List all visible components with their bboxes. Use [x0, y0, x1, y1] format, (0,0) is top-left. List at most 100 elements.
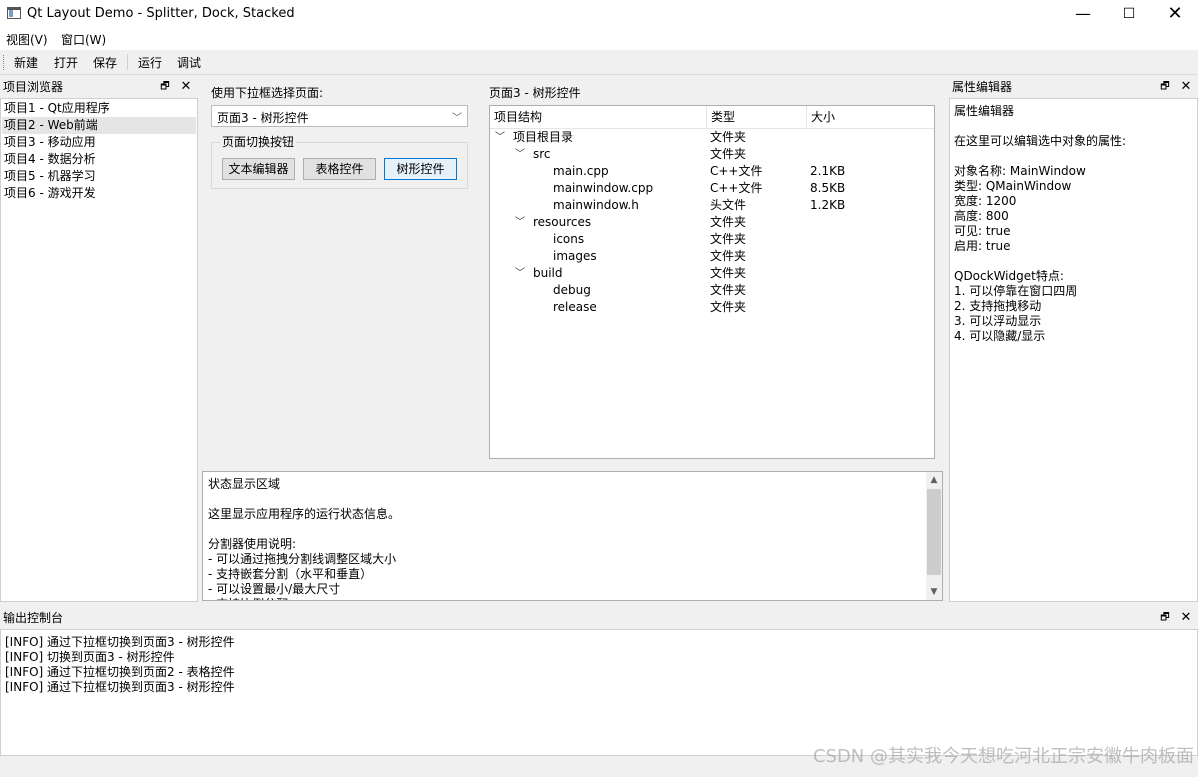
tree-item-name: images [553, 249, 597, 263]
property-editor-text: 属性编辑器 在这里可以编辑选中对象的属性: 对象名称: MainWindow 类… [954, 104, 1127, 343]
watermark: CSDN @其实我今天想吃河北正宗安徽牛肉板面 [812, 746, 1194, 767]
scroll-down-icon[interactable]: ▼ [926, 584, 942, 600]
debug-button[interactable]: 调试 [177, 54, 201, 71]
scrollbar-thumb[interactable] [927, 489, 941, 575]
minimize-button[interactable]: — [1060, 0, 1106, 28]
project-browser-dock-title[interactable]: 项目浏览器 🗗 ✕ [0, 77, 198, 97]
maximize-button[interactable]: ☐ [1106, 0, 1152, 28]
float-icon[interactable]: 🗗 [1158, 77, 1172, 97]
tree-widget[interactable]: 项目结构 类型 大小 ﹀ 项目根目录 文件夹 ﹀ src 文件夹 main.cp… [489, 105, 935, 459]
tree-item-size: 2.1KB [810, 164, 846, 178]
project-list[interactable]: 项目1 - Qt应用程序 项目2 - Web前端 项目3 - 移动应用 项目4 … [0, 98, 198, 602]
tree-row[interactable]: debug 文件夹 [490, 282, 934, 299]
page-select-combobox[interactable]: 页面3 - 树形控件 ﹀ [211, 105, 468, 127]
column-header-type[interactable]: 类型 [707, 106, 807, 129]
property-editor-title: 属性编辑器 [952, 80, 1013, 94]
tree-row[interactable]: main.cpp C++文件 2.1KB [490, 163, 934, 180]
tree-item-type: C++文件 [710, 164, 763, 178]
tree-item-name: resources [533, 215, 592, 229]
new-button[interactable]: 新建 [14, 54, 38, 71]
tree-item-name: mainwindow.cpp [553, 181, 654, 195]
close-icon[interactable]: ✕ [1179, 608, 1193, 628]
scroll-up-icon[interactable]: ▲ [926, 472, 942, 488]
tree-item-name: mainwindow.h [553, 198, 639, 212]
tree-item-type: 文件夹 [710, 130, 747, 144]
open-button[interactable]: 打开 [54, 54, 78, 71]
tree-row[interactable]: ﹀ build 文件夹 [490, 265, 934, 282]
property-editor-panel[interactable]: 属性编辑器 在这里可以编辑选中对象的属性: 对象名称: MainWindow 类… [949, 98, 1198, 602]
tree-item-size: 1.2KB [810, 198, 846, 212]
tree-row[interactable]: mainwindow.cpp C++文件 8.5KB [490, 180, 934, 197]
tree-item-name: icons [553, 232, 585, 246]
toolbar-separator [127, 54, 128, 70]
tree-item-type: 文件夹 [710, 147, 747, 161]
output-console-dock-title[interactable]: 输出控制台 🗗 ✕ [0, 608, 1198, 628]
tree-row[interactable]: release 文件夹 [490, 299, 934, 316]
status-text: 状态显示区域 这里显示应用程序的运行状态信息。 分割器使用说明: - 可以通过拖… [208, 477, 401, 600]
tree-row[interactable]: ﹀ 项目根目录 文件夹 [490, 129, 934, 146]
chevron-down-icon: ﹀ [452, 113, 462, 124]
tree-item-type: 文件夹 [710, 266, 747, 280]
list-item[interactable]: 项目4 - 数据分析 [2, 151, 196, 168]
close-window-button[interactable]: ✕ [1152, 0, 1198, 28]
chevron-down-icon[interactable]: ﹀ [515, 265, 525, 282]
tree-row[interactable]: ﹀ src 文件夹 [490, 146, 934, 163]
float-icon[interactable]: 🗗 [1158, 608, 1172, 628]
close-icon[interactable]: ✕ [179, 77, 193, 97]
list-item[interactable]: 项目3 - 移动应用 [2, 134, 196, 151]
tree-row[interactable]: mainwindow.h 头文件 1.2KB [490, 197, 934, 214]
page-select-value: 页面3 - 树形控件 [217, 111, 309, 125]
console-log-text: [INFO] 通过下拉框切换到页面3 - 树形控件 [INFO] 切换到页面3 … [5, 635, 235, 694]
tree-item-type: 头文件 [710, 198, 747, 212]
list-item-selected[interactable]: 项目2 - Web前端 [2, 117, 196, 134]
table-button[interactable]: 表格控件 [303, 158, 376, 180]
tree-item-type: C++文件 [710, 181, 763, 195]
run-button[interactable]: 运行 [138, 54, 162, 71]
list-item[interactable]: 项目6 - 游戏开发 [2, 185, 196, 202]
status-scrollbar[interactable]: ▲ ▼ [926, 472, 942, 600]
tree-item-size: 8.5KB [810, 181, 846, 195]
project-browser-title: 项目浏览器 [3, 80, 64, 94]
menu-window[interactable]: 窗口(W) [61, 31, 106, 48]
page-title: 页面3 - 树形控件 [489, 86, 581, 100]
page-select-label: 使用下拉框选择页面: [211, 86, 324, 100]
output-console-title: 输出控制台 [3, 611, 64, 625]
tree-item-name: debug [553, 283, 591, 297]
property-editor-dock-title[interactable]: 属性编辑器 🗗 ✕ [949, 77, 1198, 97]
tree-row[interactable]: images 文件夹 [490, 248, 934, 265]
float-icon[interactable]: 🗗 [158, 77, 172, 97]
tree-item-name: build [533, 266, 563, 280]
chevron-down-icon[interactable]: ﹀ [515, 214, 525, 231]
tree-item-name: src [533, 147, 551, 161]
text-editor-button[interactable]: 文本编辑器 [222, 158, 295, 180]
menu-bar: 视图(V) 窗口(W) [0, 28, 1198, 50]
tree-button[interactable]: 树形控件 [384, 158, 457, 180]
output-console[interactable]: [INFO] 通过下拉框切换到页面3 - 树形控件 [INFO] 切换到页面3 … [0, 629, 1198, 756]
tree-item-name: main.cpp [553, 164, 609, 178]
tree-item-type: 文件夹 [710, 283, 747, 297]
tree-row[interactable]: icons 文件夹 [490, 231, 934, 248]
tree-item-type: 文件夹 [710, 232, 747, 246]
chevron-down-icon[interactable]: ﹀ [495, 129, 505, 146]
tree-row[interactable]: ﹀ resources 文件夹 [490, 214, 934, 231]
close-icon[interactable]: ✕ [1179, 77, 1193, 97]
page-switch-group-title: 页面切换按钮 [220, 133, 297, 150]
tree-item-name: release [553, 300, 597, 314]
column-header-size[interactable]: 大小 [807, 106, 934, 129]
menu-view[interactable]: 视图(V) [6, 31, 48, 48]
tree-item-type: 文件夹 [710, 249, 747, 263]
chevron-down-icon[interactable]: ﹀ [515, 146, 525, 163]
window-title: Qt Layout Demo - Splitter, Dock, Stacked [27, 6, 295, 21]
save-button[interactable]: 保存 [93, 54, 117, 71]
status-text-area[interactable]: 状态显示区域 这里显示应用程序的运行状态信息。 分割器使用说明: - 可以通过拖… [202, 471, 943, 601]
title-bar[interactable]: Qt Layout Demo - Splitter, Dock, Stacked… [0, 0, 1198, 28]
tree-item-type: 文件夹 [710, 300, 747, 314]
list-item[interactable]: 项目5 - 机器学习 [2, 168, 196, 185]
toolbar-grip[interactable] [3, 55, 4, 70]
app-icon [7, 7, 21, 19]
tree-item-type: 文件夹 [710, 215, 747, 229]
list-item[interactable]: 项目1 - Qt应用程序 [2, 100, 196, 117]
tree-item-name: 项目根目录 [513, 130, 574, 144]
column-header-structure[interactable]: 项目结构 [490, 106, 707, 129]
toolbar: 新建 打开 保存 运行 调试 [0, 50, 1198, 75]
